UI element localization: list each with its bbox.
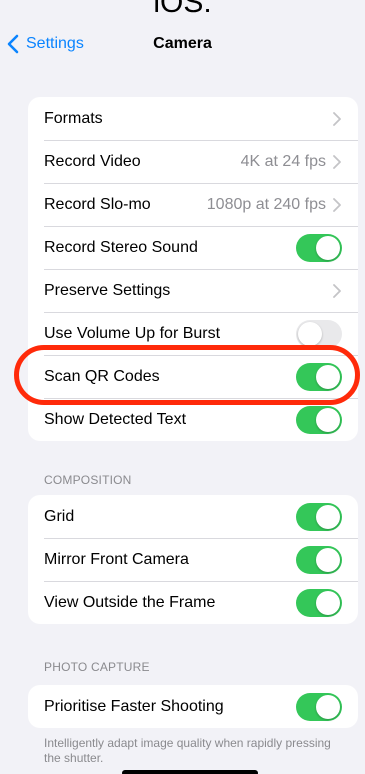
show-detected-text-toggle[interactable] [296,405,342,434]
back-button[interactable]: Settings [6,34,84,54]
row-label: Record Slo-mo [44,195,151,213]
photo-capture-group: Prioritise Faster Shooting [28,685,358,728]
row-label: Prioritise Faster Shooting [44,697,224,715]
back-button-label: Settings [26,35,84,52]
grid-toggle[interactable] [296,502,342,531]
chevron-right-icon [333,197,341,212]
composition-header: COMPOSITION [44,473,132,487]
record-slo-mo-row[interactable]: Record Slo-mo 1080p at 240 fps [28,183,358,226]
prioritise-faster-shooting-row: Prioritise Faster Shooting [28,685,358,728]
navigation-bar: Settings Camera [0,30,365,62]
row-label: Show Detected Text [44,410,187,428]
row-value: 4K at 24 fps [240,152,326,170]
volume-up-burst-toggle[interactable] [296,319,342,348]
chevron-right-icon [333,154,341,169]
chevron-right-icon [333,283,341,298]
mirror-front-camera-row: Mirror Front Camera [28,538,358,581]
row-label: Use Volume Up for Burst [44,324,221,342]
volume-up-burst-row: Use Volume Up for Burst [28,312,358,355]
camera-settings-screen: iOS: Settings Camera Formats Record Vide… [0,0,365,774]
composition-group: Grid Mirror Front Camera View Outside th… [28,495,358,624]
row-label: Record Stereo Sound [44,238,198,256]
record-video-row[interactable]: Record Video 4K at 24 fps [28,140,358,183]
home-indicator [122,770,258,774]
prioritise-faster-shooting-toggle[interactable] [296,692,342,721]
row-value: 1080p at 240 fps [206,195,326,213]
view-outside-frame-row: View Outside the Frame [28,581,358,624]
camera-options-group: Formats Record Video 4K at 24 fps Record… [28,97,358,441]
top-caption: iOS: [153,0,212,19]
row-label: Mirror Front Camera [44,550,189,568]
scan-qr-codes-row: Scan QR Codes [28,355,358,398]
row-label: Preserve Settings [44,281,171,299]
row-label: Grid [44,507,75,525]
preserve-settings-row[interactable]: Preserve Settings [28,269,358,312]
row-label: Formats [44,109,103,127]
photo-capture-footer: Intelligently adapt image quality when r… [44,736,331,765]
scan-qr-codes-toggle[interactable] [296,362,342,391]
grid-row: Grid [28,495,358,538]
record-stereo-sound-toggle[interactable] [296,233,342,262]
page-title: Camera [153,35,212,52]
mirror-front-camera-toggle[interactable] [296,545,342,574]
formats-row[interactable]: Formats [28,97,358,140]
show-detected-text-row: Show Detected Text [28,398,358,441]
view-outside-frame-toggle[interactable] [296,588,342,617]
row-label: Record Video [44,152,141,170]
row-label: View Outside the Frame [44,593,216,611]
photo-capture-header: PHOTO CAPTURE [44,660,150,674]
row-label: Scan QR Codes [44,367,160,385]
chevron-left-icon [7,34,19,54]
chevron-right-icon [333,111,341,126]
record-stereo-sound-row: Record Stereo Sound [28,226,358,269]
